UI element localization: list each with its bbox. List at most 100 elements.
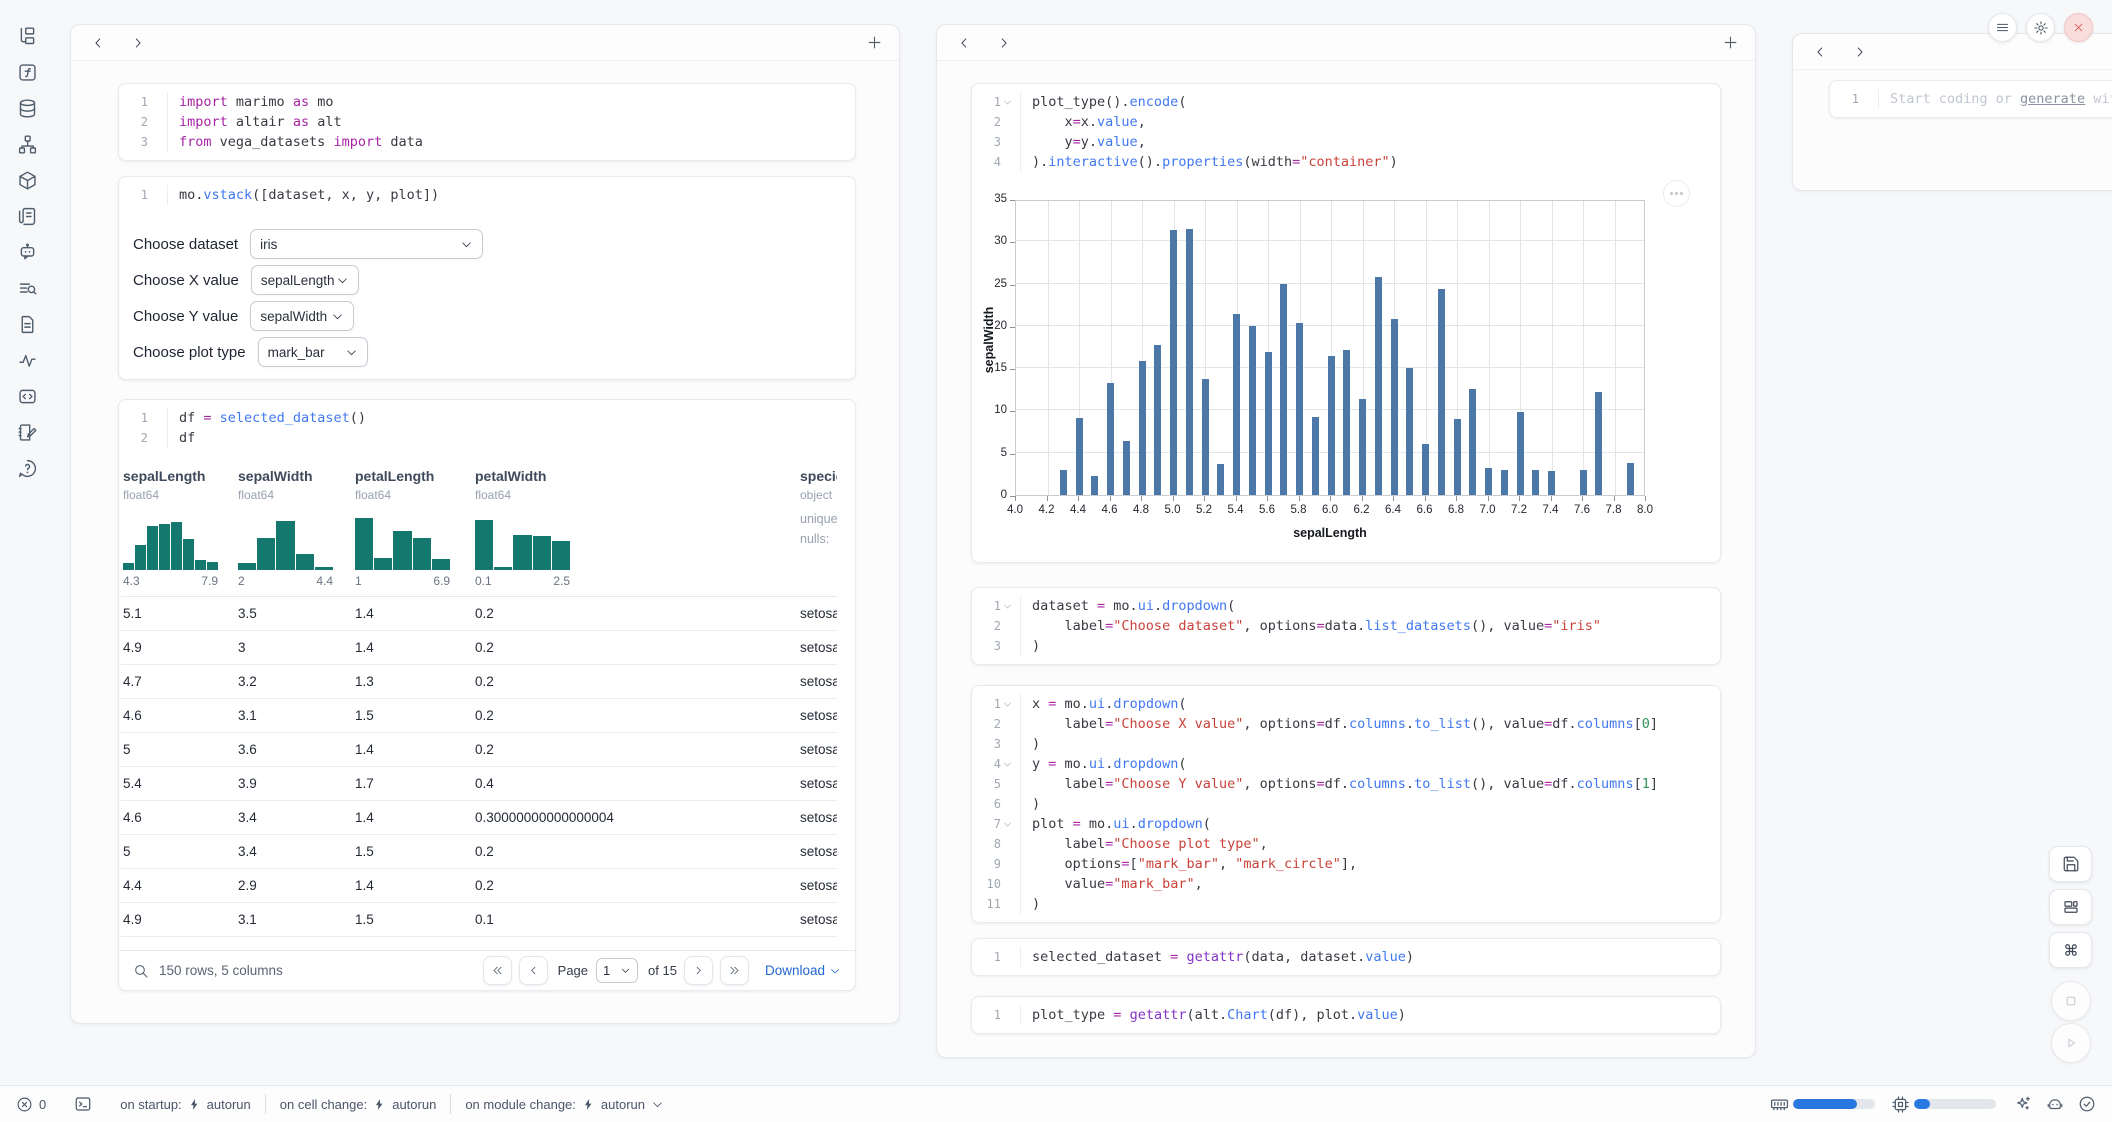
scratchpad-icon[interactable] — [9, 414, 45, 450]
snippets-icon[interactable] — [9, 306, 45, 342]
dataframe-cell[interactable]: 1df = selected_dataset()2df sepalLengthf… — [118, 399, 856, 991]
layout-button[interactable] — [2049, 889, 2092, 925]
column-3-header — [1793, 34, 2112, 70]
chevron-down-icon — [460, 238, 473, 251]
on-module-change-setting[interactable]: on module change: autorun — [451, 1097, 678, 1112]
column-scroll-left-icon[interactable] — [957, 36, 971, 50]
run-button[interactable] — [2051, 1023, 2091, 1063]
table-cell: 1.4 — [353, 869, 473, 902]
lightning-icon — [373, 1097, 386, 1112]
terminal-toggle[interactable] — [60, 1095, 106, 1113]
table-row[interactable]: 4.63.11.50.2setosa — [121, 699, 837, 733]
last-page-button[interactable] — [720, 956, 749, 985]
empty-code-cell[interactable]: 1Start coding or generate with — [1829, 80, 2112, 118]
column-scroll-right-icon[interactable] — [997, 36, 1011, 50]
table-cell: 4.9 — [121, 903, 236, 936]
add-cell-icon[interactable] — [866, 34, 883, 51]
packages-icon[interactable] — [9, 162, 45, 198]
help-icon[interactable] — [9, 450, 45, 486]
fold-chevron-icon[interactable] — [1001, 596, 1014, 616]
table-column-header[interactable]: sepalLengthfloat644.37.9 — [121, 456, 236, 588]
table-row[interactable]: 4.93.11.50.1setosa — [121, 903, 837, 937]
y-value-select[interactable]: sepalWidth — [250, 301, 354, 331]
table-cell: 0.2 — [473, 835, 798, 868]
table-row[interactable]: 4.931.40.2setosa — [121, 631, 837, 665]
xyplot-dropdown-cell[interactable]: 1x = mo.ui.dropdown(2 label="Choose X va… — [971, 685, 1721, 923]
line-number: 5 — [994, 774, 1001, 794]
keyboard-shortcuts-button[interactable] — [2049, 932, 2092, 968]
chart-bar — [1422, 444, 1429, 495]
column-scroll-left-icon[interactable] — [1813, 45, 1827, 59]
table-cell: 0.2 — [473, 869, 798, 902]
next-page-button[interactable] — [684, 956, 713, 985]
variables-icon[interactable] — [9, 54, 45, 90]
column-scroll-right-icon[interactable] — [1853, 45, 1867, 59]
fold-chevron-icon[interactable] — [1001, 754, 1014, 774]
fold-chevron-icon[interactable] — [1001, 694, 1014, 714]
table-cell: 3.4 — [236, 801, 353, 834]
plot-type-getattr-cell[interactable]: 1plot_type = getattr(alt.Chart(df), plot… — [971, 996, 1721, 1034]
column-histogram — [475, 514, 570, 570]
on-startup-setting[interactable]: on startup: autorun — [106, 1097, 265, 1112]
table-column-header[interactable]: sepalWidthfloat6424.4 — [236, 456, 353, 588]
chart-cell[interactable]: 1plot_type().encode(2 x=x.value,3 y=y.va… — [971, 83, 1721, 563]
outline-icon[interactable] — [9, 378, 45, 414]
fold-chevron-icon[interactable] — [1001, 92, 1014, 112]
table-column-header[interactable]: petalLengthfloat6416.9 — [353, 456, 473, 588]
copilot-button[interactable] — [2046, 1095, 2064, 1113]
error-indicator[interactable]: 0 — [16, 1096, 60, 1113]
settings-button[interactable] — [2026, 13, 2055, 42]
connection-status-button[interactable] — [2078, 1095, 2096, 1113]
menu-button[interactable] — [1988, 13, 2017, 42]
tracing-icon[interactable] — [9, 342, 45, 378]
chart-plot-area[interactable] — [1015, 200, 1645, 496]
chart-bar — [1532, 470, 1539, 495]
datasources-icon[interactable] — [9, 90, 45, 126]
x-axis-title: sepalLength — [1015, 526, 1645, 540]
ai-assist-button[interactable] — [2014, 1095, 2032, 1113]
table-row[interactable]: 4.73.21.30.2setosa — [121, 665, 837, 699]
plot-type-select[interactable]: mark_bar — [258, 337, 368, 367]
table-row[interactable]: 5.43.91.70.4setosa — [121, 767, 837, 801]
download-button[interactable]: Download — [765, 963, 841, 978]
table-row[interactable]: 53.61.40.2setosa — [121, 733, 837, 767]
x-tick-label: 4.6 — [1093, 504, 1127, 516]
vstack-cell[interactable]: 1mo.vstack([dataset, x, y, plot]) Choose… — [118, 176, 856, 380]
x-value-select[interactable]: sepalLength — [251, 265, 359, 295]
stop-icon — [2061, 991, 2081, 1011]
y-tick-label: 0 — [973, 489, 1007, 501]
chat-icon[interactable] — [9, 234, 45, 270]
dataset-dropdown-cell[interactable]: 1dataset = mo.ui.dropdown(2 label="Choos… — [971, 587, 1721, 665]
shutdown-button[interactable] — [2064, 13, 2093, 42]
dataset-select[interactable]: iris — [250, 229, 483, 259]
stop-button[interactable] — [2051, 981, 2091, 1021]
altair-bar-chart[interactable]: 4.04.24.44.64.85.05.25.45.65.86.06.26.46… — [972, 180, 1722, 563]
column-scroll-left-icon[interactable] — [91, 36, 105, 50]
documentation-icon[interactable] — [9, 198, 45, 234]
table-row[interactable]: 5.13.51.40.2setosa — [121, 597, 837, 631]
file-explorer-icon[interactable] — [9, 18, 45, 54]
search-icon[interactable] — [133, 963, 149, 979]
x-tick-label: 6.4 — [1376, 504, 1410, 516]
table-row[interactable]: 4.42.91.40.2setosa — [121, 869, 837, 903]
add-cell-icon[interactable] — [1722, 34, 1739, 51]
table-row[interactable]: 4.63.41.40.30000000000000004setosa — [121, 801, 837, 835]
x-tick-label: 4.4 — [1061, 504, 1095, 516]
on-cell-change-setting[interactable]: on cell change: autorun — [266, 1097, 451, 1112]
imports-cell[interactable]: 1import marimo as mo2import altair as al… — [118, 83, 856, 161]
dependencies-icon[interactable] — [9, 126, 45, 162]
logs-icon[interactable] — [9, 270, 45, 306]
chart-menu-button[interactable] — [1663, 180, 1690, 207]
prev-page-button[interactable] — [519, 956, 548, 985]
fold-chevron-icon[interactable] — [1001, 814, 1014, 834]
page-select[interactable]: 1 — [596, 958, 638, 983]
x-value-row: Choose X value sepalLength — [133, 265, 359, 295]
column-scroll-right-icon[interactable] — [131, 36, 145, 50]
selected-dataset-cell[interactable]: 1selected_dataset = getattr(data, datase… — [971, 938, 1721, 976]
first-page-button[interactable] — [483, 956, 512, 985]
table-column-header[interactable]: speciesobjectunique:nulls: — [798, 456, 837, 588]
save-button[interactable] — [2049, 846, 2092, 882]
table-row[interactable]: 53.41.50.2setosa — [121, 835, 837, 869]
table-column-header[interactable]: petalWidthfloat640.12.5 — [473, 456, 798, 588]
chart-bar — [1170, 230, 1177, 495]
